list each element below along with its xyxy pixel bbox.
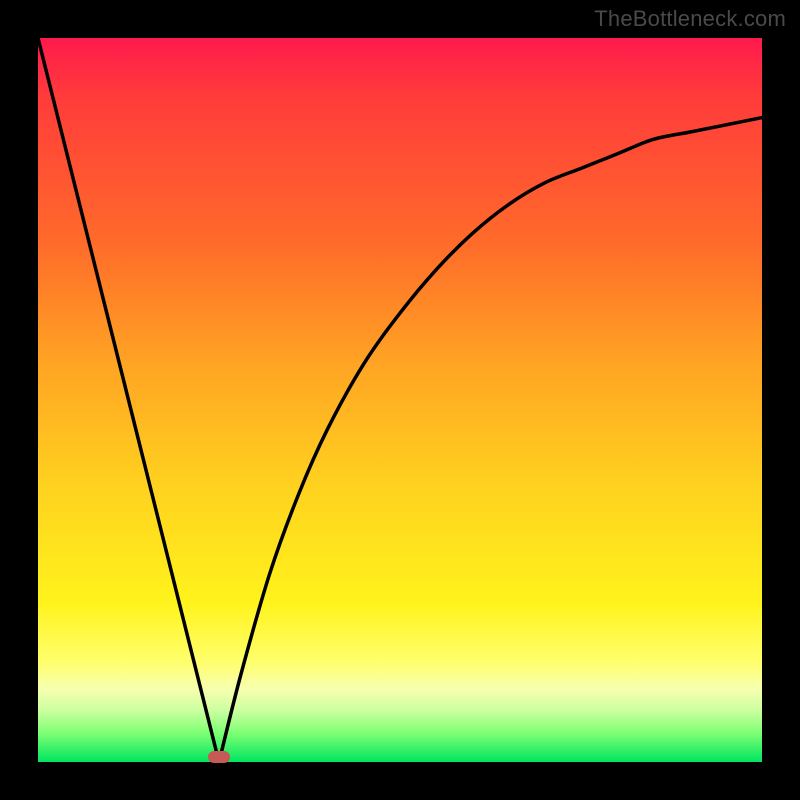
plot-area <box>38 38 762 762</box>
bottleneck-curve <box>38 38 762 762</box>
chart-frame: TheBottleneck.com <box>0 0 800 800</box>
optimum-marker <box>208 751 230 763</box>
attribution-label: TheBottleneck.com <box>594 6 786 32</box>
curve-path <box>38 38 762 762</box>
